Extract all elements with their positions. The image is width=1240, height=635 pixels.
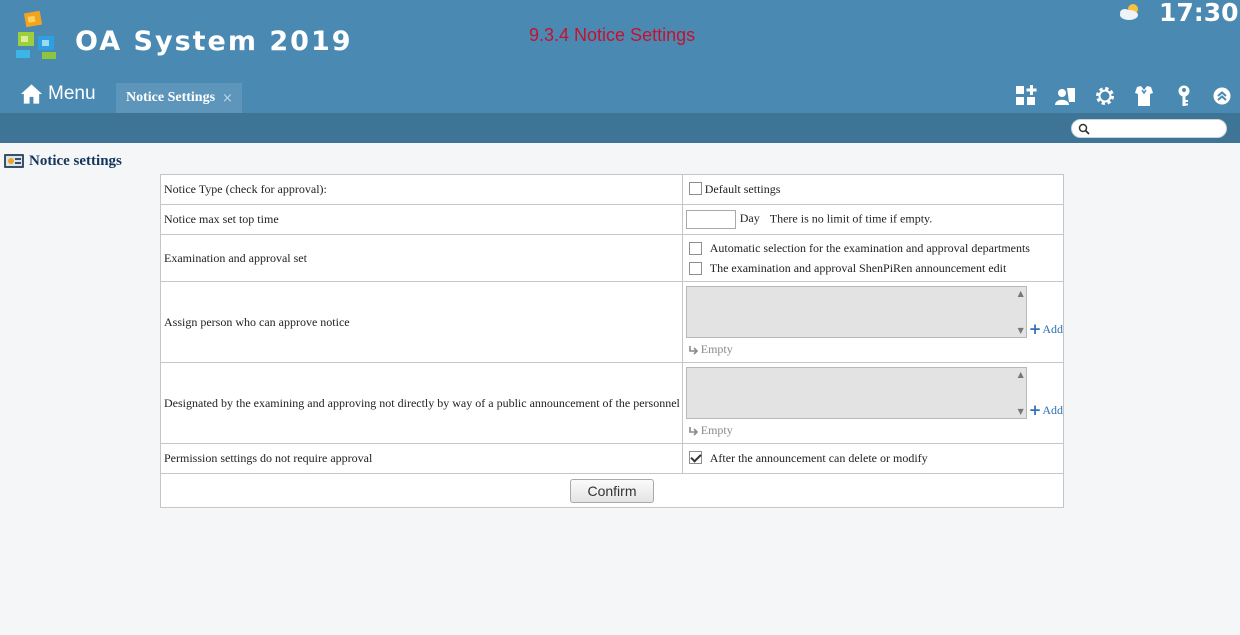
clock: 17:30 <box>1159 0 1239 27</box>
row-label: Examination and approval set <box>160 234 683 282</box>
nav-bar: Menu Notice Settings × <box>0 76 1240 113</box>
approver-list-box[interactable]: ▲ ▼ <box>685 286 1027 338</box>
app-title: OA System 2019 <box>75 26 353 57</box>
checkbox-label: After the announcement can delete or mod… <box>709 451 928 465</box>
top-time-days-input[interactable] <box>685 210 736 229</box>
page-caption: 9.3.4 Notice Settings <box>529 25 696 45</box>
add-publisher-link[interactable]: + Add <box>1029 401 1063 419</box>
scroll-up-icon[interactable]: ▲ <box>1018 370 1024 379</box>
table-row: Designated by the examining and approvin… <box>160 362 1065 444</box>
search-icon <box>1078 123 1090 135</box>
option-label: Automatic selection for the examination … <box>709 240 1030 255</box>
auto-select-departments-checkbox[interactable] <box>688 241 702 255</box>
toolbar <box>1010 84 1234 108</box>
checkbox-label: Default settings <box>704 182 781 196</box>
plus-icon: + <box>1028 401 1042 419</box>
row-label: Notice Type (check for approval): <box>160 174 683 205</box>
settings-page-icon <box>4 154 24 168</box>
scroll-up-icon[interactable]: ▲ <box>1018 289 1024 298</box>
empty-approver-link[interactable]: Empty <box>686 342 1063 357</box>
app-logo-icon <box>16 10 56 59</box>
option-label: The examination and approval ShenPiRen a… <box>709 260 1007 275</box>
settings-table: Notice Type (check for approval): Defaul… <box>160 174 1065 508</box>
default-settings-checkbox[interactable] <box>688 182 702 195</box>
partly-cloudy-icon <box>1120 4 1138 20</box>
table-row: Assign person who can approve notice ▲ ▼… <box>160 281 1065 363</box>
table-row: Notice Type (check for approval): Defaul… <box>160 174 1065 205</box>
scroll-down-icon[interactable]: ▼ <box>1018 407 1024 416</box>
confirm-button[interactable]: Confirm <box>570 478 654 503</box>
tab-notice-settings[interactable]: Notice Settings × <box>116 83 242 113</box>
row-label: Designated by the examining and approvin… <box>160 362 683 444</box>
menu-label: Menu <box>48 83 96 104</box>
empty-publisher-link[interactable]: Empty <box>686 423 1063 438</box>
tab-label: Notice Settings <box>126 90 216 105</box>
section-title: Notice settings <box>3 152 122 170</box>
row-label: Assign person who can approve notice <box>160 281 683 363</box>
menu-button[interactable]: Menu <box>20 80 96 108</box>
hint-text: There is no limit of time if empty. <box>769 211 933 226</box>
add-approver-link[interactable]: + Add <box>1029 320 1063 338</box>
scroll-down-icon[interactable]: ▼ <box>1018 326 1024 335</box>
shirt-icon[interactable] <box>1132 84 1156 108</box>
tab-close-icon[interactable]: × <box>222 91 233 106</box>
direct-publisher-list-box[interactable]: ▲ ▼ <box>685 367 1027 419</box>
row-label: Notice max set top time <box>160 204 683 235</box>
gear-icon[interactable] <box>1093 84 1117 108</box>
user-skin-icon[interactable] <box>1053 84 1077 108</box>
table-row: Confirm <box>160 473 1064 508</box>
section-title-text: Notice settings <box>29 152 122 169</box>
sub-bar <box>0 113 1240 143</box>
plus-icon: + <box>1028 320 1042 338</box>
approver-edit-checkbox[interactable] <box>688 261 702 275</box>
search-box[interactable] <box>1071 119 1227 138</box>
app-header: OA System 2019 9.3.4 Notice Settings 17:… <box>0 0 1240 143</box>
unit-label: Day <box>739 211 760 226</box>
table-row: Notice max set top time Day There is no l… <box>160 204 1065 235</box>
table-row: Examination and approval set Automatic s… <box>160 234 1065 282</box>
delete-modify-checkbox[interactable] <box>688 451 702 464</box>
key-icon[interactable] <box>1172 84 1196 108</box>
table-row: Permission settings do not require appro… <box>160 443 1065 474</box>
home-icon <box>20 84 43 104</box>
clear-arrow-icon <box>688 426 698 436</box>
clear-arrow-icon <box>688 345 698 355</box>
row-label: Permission settings do not require appro… <box>160 443 683 474</box>
add-module-icon[interactable] <box>1014 84 1038 108</box>
collapse-up-icon[interactable] <box>1210 84 1234 108</box>
search-input[interactable] <box>1094 121 1222 136</box>
